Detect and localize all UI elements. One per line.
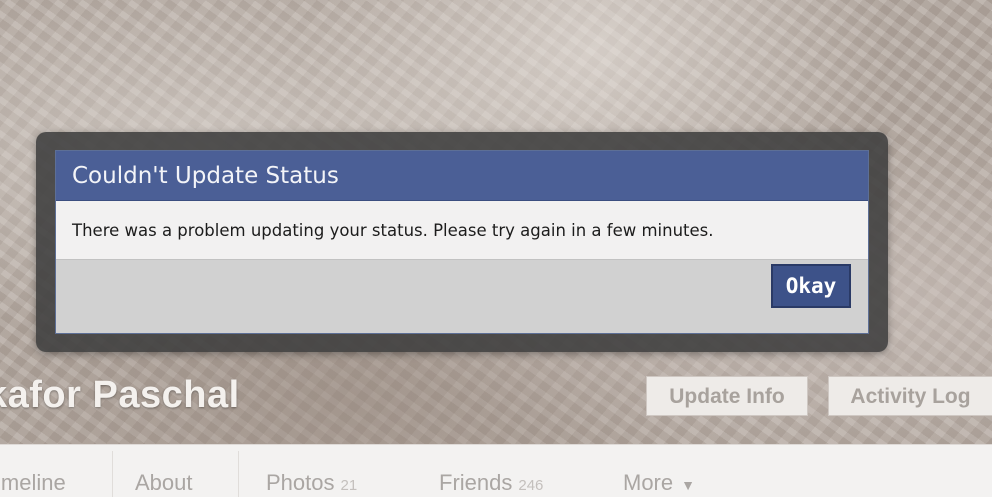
tab-more[interactable]: More ▼	[623, 445, 695, 497]
update-info-button[interactable]: Update Info	[646, 376, 808, 416]
tab-photos[interactable]: Photos 21	[266, 445, 357, 497]
tab-label: Friends	[439, 470, 513, 495]
tab-label: imeline	[0, 470, 66, 495]
tab-label: More	[623, 470, 674, 495]
dialog-title: Couldn't Update Status	[72, 163, 339, 189]
dialog-overlay-frame: Couldn't Update Status There was a probl…	[36, 132, 888, 352]
tab-divider	[238, 451, 239, 497]
error-dialog: Couldn't Update Status There was a probl…	[55, 150, 869, 334]
profile-name[interactable]: kafor Paschal	[0, 374, 240, 417]
tab-label: About	[135, 470, 193, 495]
activity-log-button[interactable]: Activity Log	[828, 376, 992, 416]
tab-label: Photos	[266, 470, 335, 495]
tab-timeline[interactable]: imeline	[0, 445, 66, 497]
dialog-message: There was a problem updating your status…	[72, 221, 714, 240]
tab-friends[interactable]: Friends 246	[439, 445, 543, 497]
tab-count: 246	[518, 477, 544, 494]
dialog-header: Couldn't Update Status	[56, 151, 868, 201]
profile-tab-bar: imeline About Photos 21 Friends 246 More ▼	[0, 444, 992, 497]
tab-count: 21	[340, 477, 358, 494]
chevron-down-icon: ▼	[681, 477, 695, 493]
tab-divider	[112, 451, 113, 497]
dialog-body: There was a problem updating your status…	[56, 201, 868, 260]
okay-button[interactable]: Okay	[771, 264, 851, 308]
tab-about[interactable]: About	[135, 445, 193, 497]
